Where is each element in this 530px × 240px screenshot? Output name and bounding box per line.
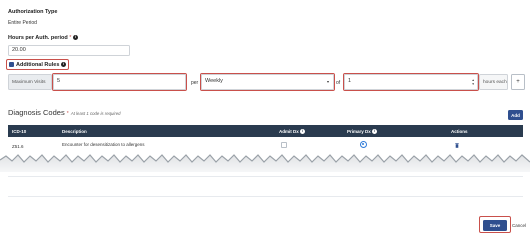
per-label: per [191, 79, 199, 86]
cancel-link[interactable]: Cancel [512, 223, 526, 228]
required-mark: * [69, 35, 72, 41]
additional-rules-checkbox[interactable] [9, 62, 14, 75]
description-cell: Encounter for desensitization to allerge… [62, 142, 145, 147]
diagnosis-table-header: ICD-10 Description Admit Dx i Primary Dx… [8, 125, 523, 137]
column-primary-dx: Primary Dx i [347, 128, 378, 134]
trash-icon[interactable] [455, 143, 459, 148]
torn-edge-separator [0, 154, 530, 172]
info-icon[interactable]: i [60, 61, 66, 67]
diagnosis-hint: At least 1 code is required [70, 111, 121, 116]
info-icon[interactable]: i [300, 128, 306, 134]
column-admit-dx-text: Admit Dx [279, 128, 299, 134]
diagnosis-codes-title-text: Diagnosis Codes [8, 108, 65, 117]
divider [8, 176, 523, 177]
maximum-visits-input[interactable]: 5 [53, 74, 186, 90]
hours-per-auth-label: Hours per Auth. period * i [8, 35, 78, 41]
additional-rules-label-text: Additional Rules [16, 61, 60, 68]
authorization-type-value: Entire Period [8, 20, 37, 26]
hours-per-auth-label-text: Hours per Auth. period [8, 35, 68, 41]
info-icon[interactable]: i [72, 35, 78, 41]
add-rule-button[interactable]: + [511, 74, 525, 90]
frequency-select[interactable]: Weekly ▾ [201, 74, 334, 90]
column-actions: Actions [451, 128, 468, 134]
spinner-icon[interactable]: ▴ ▾ [472, 78, 474, 86]
radio-dot [362, 143, 364, 145]
column-primary-dx-text: Primary Dx [347, 128, 371, 134]
additional-rules-label: Additional Rules i [16, 62, 66, 68]
required-mark: * [66, 111, 69, 117]
info-icon[interactable]: i [372, 128, 378, 134]
column-description: Description [62, 128, 87, 134]
divider [8, 196, 523, 197]
hours-per-auth-input[interactable]: 20.00 [8, 45, 130, 56]
authorization-type-label: Authorization Type [8, 9, 58, 15]
icd10-cell: Z51.6 [12, 144, 24, 149]
trash-icon-svg [455, 143, 459, 148]
column-icd10: ICD-10 [12, 128, 27, 134]
hours-each-input[interactable]: 1 ▴ ▾ [344, 74, 478, 90]
of-label: of [336, 79, 341, 86]
column-admit-dx: Admit Dx i [279, 128, 306, 134]
primary-dx-radio[interactable] [360, 141, 367, 148]
hours-each-value: 1 [348, 78, 352, 85]
add-diagnosis-button[interactable]: Add [508, 110, 523, 120]
admit-dx-checkbox[interactable] [281, 142, 287, 148]
frequency-selected: Weekly [205, 78, 223, 85]
diagnosis-codes-title: Diagnosis Codes * At least 1 code is req… [8, 108, 121, 117]
maximum-visits-addon: Maximum Visits [8, 74, 52, 90]
chevron-down-icon: ▾ [326, 79, 329, 84]
save-button[interactable]: Save [483, 220, 507, 231]
hours-each-addon: hours each [479, 74, 508, 90]
